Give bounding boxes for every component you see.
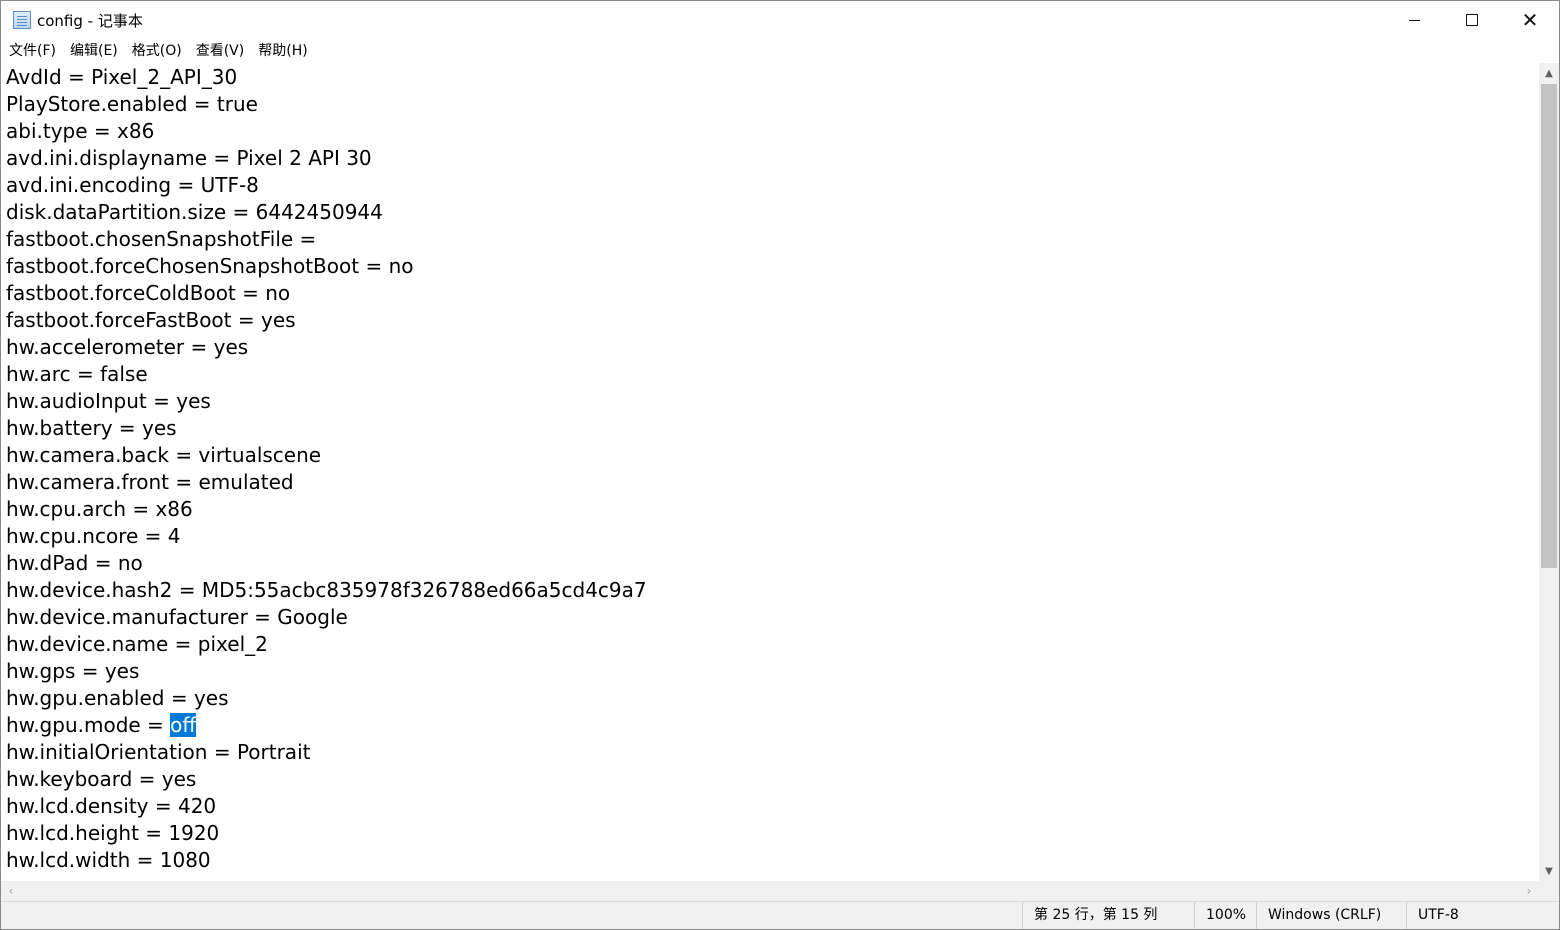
text-line: fastboot.forceChosenSnapshotBoot = no <box>6 254 414 278</box>
text-line: hw.audioInput = yes <box>6 389 211 413</box>
text-line: hw.dPad = no <box>6 551 143 575</box>
maximize-button[interactable] <box>1443 1 1501 39</box>
close-button[interactable]: ✕ <box>1501 1 1559 39</box>
text-line: disk.dataPartition.size = 6442450944 <box>6 200 383 224</box>
text-line: hw.arc = false <box>6 362 148 386</box>
status-zoom: 100% <box>1194 902 1256 929</box>
text-line: hw.device.name = pixel_2 <box>6 632 268 656</box>
title-bar[interactable]: config - 记事本 ✕ <box>1 1 1559 39</box>
status-bar: 第 25 行，第 15 列 100% Windows (CRLF) UTF-8 <box>1 901 1559 929</box>
text-line: AvdId = Pixel_2_API_30 <box>6 65 238 89</box>
menu-view[interactable]: 查看(V) <box>189 39 252 63</box>
minimize-icon <box>1408 19 1420 21</box>
line-text: hw.gpu.mode = <box>6 713 171 737</box>
text-line: fastboot.forceColdBoot = no <box>6 281 291 305</box>
text-line: hw.cpu.ncore = 4 <box>6 524 181 548</box>
text-line: hw.gps = yes <box>6 659 140 683</box>
text-line: fastboot.forceFastBoot = yes <box>6 308 296 332</box>
menu-format[interactable]: 格式(O) <box>125 39 189 63</box>
text-line: hw.accelerometer = yes <box>6 335 249 359</box>
status-encoding: UTF-8 <box>1406 902 1536 929</box>
vertical-scrollbar[interactable]: ▲ ▼ <box>1539 63 1559 881</box>
maximize-icon <box>1466 14 1478 26</box>
scroll-right-arrow-icon[interactable]: › <box>1519 881 1539 901</box>
text-line: avd.ini.encoding = UTF-8 <box>6 173 259 197</box>
text-line: hw.device.hash2 = MD5:55acbc835978f32678… <box>6 578 647 602</box>
selected-text[interactable]: off <box>170 713 197 737</box>
text-line: avd.ini.displayname = Pixel 2 API 30 <box>6 146 372 170</box>
menu-bar: 文件(F) 编辑(E) 格式(O) 查看(V) 帮助(H) <box>1 39 1559 63</box>
notepad-app-icon <box>13 11 31 29</box>
text-line: PlayStore.enabled = true <box>6 92 258 116</box>
status-cursor-position: 第 25 行，第 15 列 <box>1022 902 1194 929</box>
vertical-scroll-thumb[interactable] <box>1541 84 1557 568</box>
text-line: hw.keyboard = yes <box>6 767 197 791</box>
minimize-button[interactable] <box>1385 1 1443 39</box>
text-line: hw.lcd.density = 420 <box>6 794 217 818</box>
text-line: abi.type = x86 <box>6 119 155 143</box>
text-line: hw.device.manufacturer = Google <box>6 605 348 629</box>
text-line-current: hw.gpu.mode = off <box>6 712 197 739</box>
notepad-window: config - 记事本 ✕ 文件(F) 编辑(E) 格式(O) 查看(V) 帮… <box>0 0 1560 930</box>
scroll-left-arrow-icon[interactable]: ‹ <box>1 881 21 901</box>
menu-help[interactable]: 帮助(H) <box>251 39 314 63</box>
window-controls: ✕ <box>1385 1 1559 39</box>
text-line: fastboot.chosenSnapshotFile = <box>6 227 323 251</box>
close-icon: ✕ <box>1521 8 1539 32</box>
text-line: hw.gpu.enabled = yes <box>6 686 229 710</box>
text-line: hw.initialOrientation = Portrait <box>6 740 311 764</box>
text-line: hw.lcd.width = 1080 <box>6 848 211 872</box>
text-line: hw.battery = yes <box>6 416 177 440</box>
horizontal-scrollbar[interactable]: ‹ › <box>1 881 1539 901</box>
menu-edit[interactable]: 编辑(E) <box>63 39 125 63</box>
window-title: config - 记事本 <box>37 11 143 30</box>
text-line: hw.camera.front = emulated <box>6 470 294 494</box>
text-editor-area[interactable]: AvdId = Pixel_2_API_30 PlayStore.enabled… <box>1 63 1539 881</box>
status-line-ending: Windows (CRLF) <box>1256 902 1406 929</box>
text-line: hw.cpu.arch = x86 <box>6 497 193 521</box>
scroll-up-arrow-icon[interactable]: ▲ <box>1539 63 1559 83</box>
text-line: hw.camera.back = virtualscene <box>6 443 322 467</box>
scrollbar-corner <box>1539 881 1559 901</box>
text-line: hw.lcd.height = 1920 <box>6 821 220 845</box>
scroll-down-arrow-icon[interactable]: ▼ <box>1539 861 1559 881</box>
menu-file[interactable]: 文件(F) <box>1 39 63 63</box>
